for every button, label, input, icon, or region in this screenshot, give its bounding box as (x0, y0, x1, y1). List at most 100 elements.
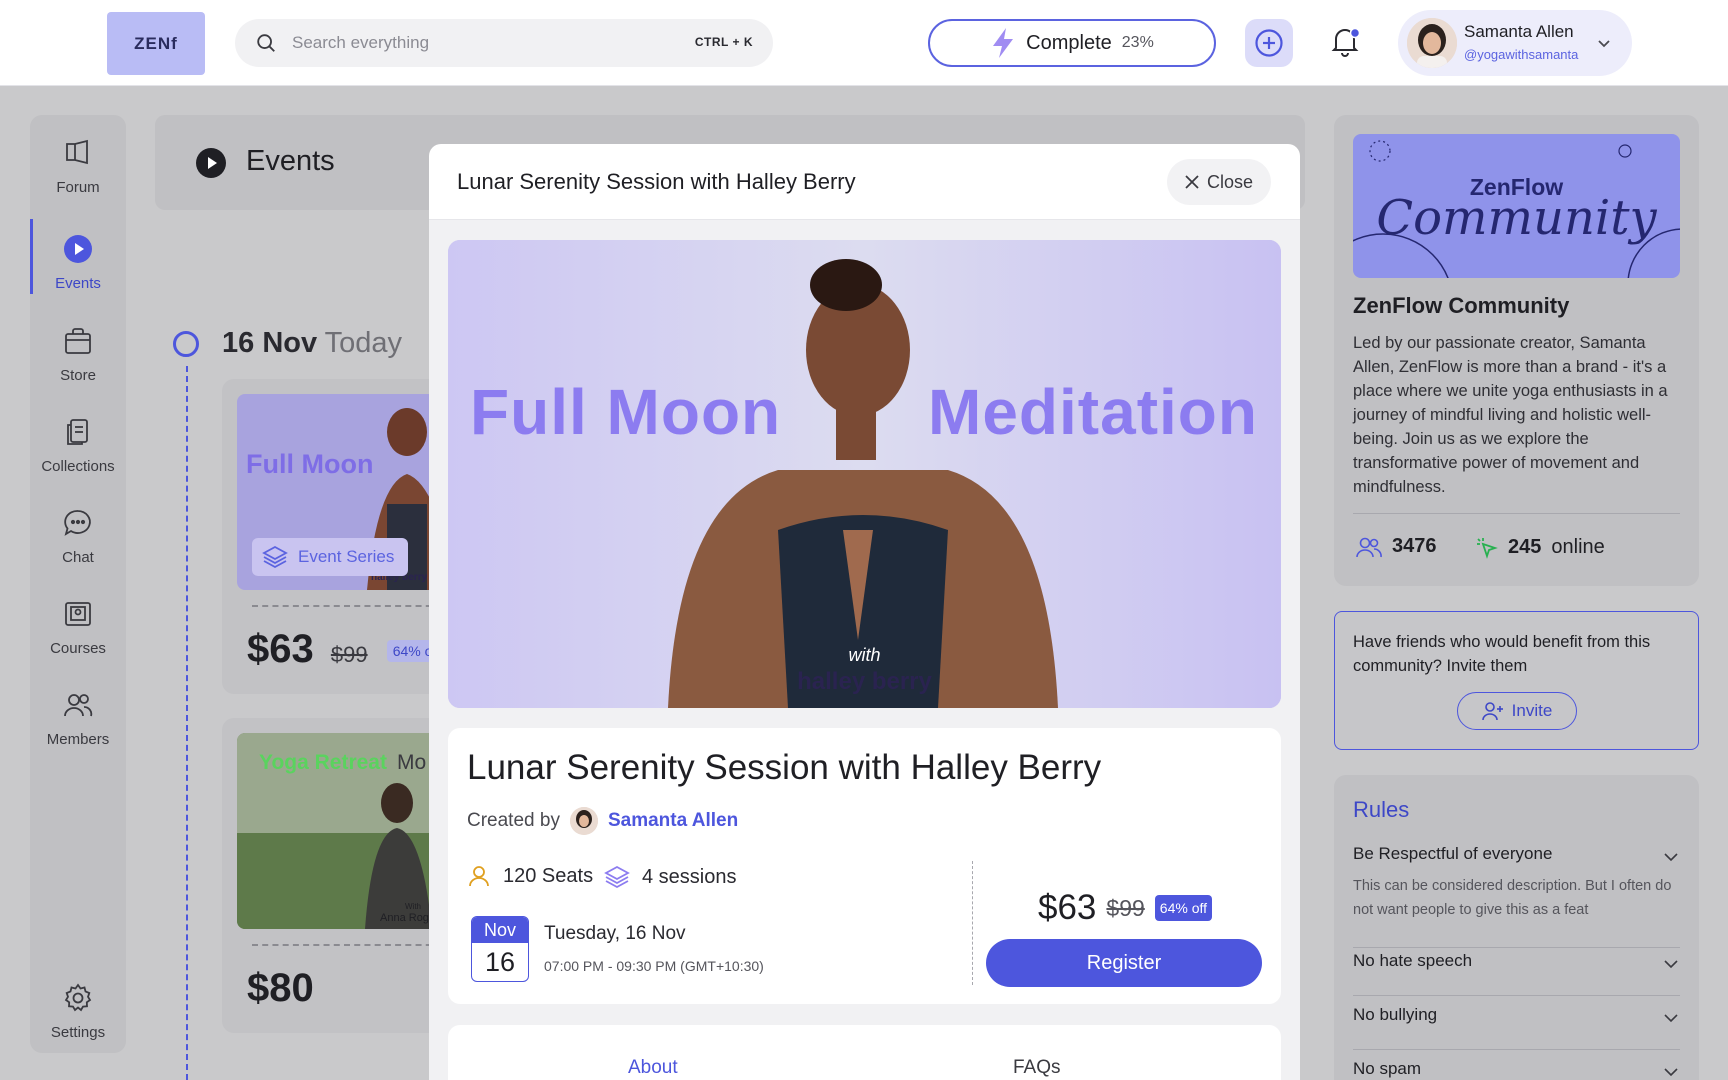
date-heading: 16 Nov Today (222, 327, 402, 360)
chat-icon (63, 508, 93, 538)
rule-item[interactable]: Be Respectful of everyone This can be co… (1353, 844, 1680, 948)
rules-title: Rules (1353, 797, 1410, 822)
nav-item-members[interactable]: Members (30, 675, 126, 755)
cursor-click-icon (1474, 535, 1498, 559)
modal-header: Lunar Serenity Session with Halley Berry… (429, 144, 1300, 220)
members-icon (63, 690, 93, 720)
price-current: $63 (1038, 888, 1097, 927)
online-count: 245 online (1474, 535, 1605, 559)
close-button[interactable]: Close (1167, 159, 1271, 205)
play-circle-icon (63, 234, 93, 264)
nav-item-collections[interactable]: Collections (30, 402, 126, 482)
nav-label: Members (46, 731, 110, 748)
complete-label: Complete (1026, 31, 1112, 54)
invite-card: Have friends who would benefit from this… (1334, 611, 1699, 750)
price-old: $99 (330, 642, 368, 667)
chevron-down-icon (1662, 1063, 1680, 1080)
layers-icon (604, 864, 630, 890)
modal-tabs: About FAQs (448, 1025, 1281, 1080)
nav-label: Courses (50, 640, 106, 657)
rule-item[interactable]: No hate speech (1353, 951, 1680, 996)
rules-card: Rules Be Respectful of everyone This can… (1334, 775, 1699, 1080)
banner-script: Community (1376, 190, 1657, 246)
nav-label: Events (55, 275, 101, 292)
price-old: $99 (1106, 894, 1145, 921)
play-circle-icon (195, 147, 227, 179)
member-count-text: 3476 (1392, 535, 1437, 557)
nav-label: Chat (62, 549, 94, 566)
user-name: Samanta Allen (1464, 22, 1574, 41)
event-date: Tuesday, 16 Nov (544, 923, 686, 944)
date-relative: Today (324, 327, 403, 359)
card-price: $63 $99 64% off (247, 627, 446, 672)
rule-item[interactable]: No bullying (1353, 1005, 1680, 1050)
zenflow-logo[interactable]: ZENf (107, 12, 205, 75)
nav-item-chat[interactable]: Chat (30, 493, 126, 573)
nav-label: Store (60, 367, 96, 384)
rule-description: This can be considered description. But … (1353, 878, 1672, 918)
search-shortcut: CTRL + K (694, 35, 753, 49)
event-card[interactable]: Full Moon halley berry Event Series $63 … (222, 379, 452, 694)
invite-button[interactable]: Invite (1457, 692, 1577, 730)
courses-icon (63, 599, 93, 629)
tab-about[interactable]: About (628, 1057, 678, 1079)
member-count: 3476 (1356, 535, 1437, 558)
event-thumbnail: Yoga Retreat Mo With Anna Rog (237, 733, 452, 929)
members-icon (1356, 536, 1382, 558)
chevron-down-icon (1662, 955, 1680, 973)
gear-icon (63, 983, 93, 1013)
event-time: 07:00 PM - 09:30 PM (GMT+10:30) (544, 958, 764, 974)
search-input[interactable]: Search everything CTRL + K (235, 19, 773, 67)
nav-item-settings[interactable]: Settings (30, 968, 126, 1048)
community-card: ZenFlow Community ZenFlow Community Led … (1334, 115, 1699, 586)
create-button[interactable] (1245, 19, 1293, 67)
logo-text: ZENf (134, 33, 178, 53)
complete-profile-button[interactable]: Complete 23% (928, 19, 1216, 67)
rule-item[interactable]: No spam (1353, 1059, 1680, 1080)
nav-item-forum[interactable]: Forum (30, 123, 126, 203)
thumb-title: Full Moon (246, 449, 374, 479)
user-menu[interactable]: Samanta Allen @yogawithsamanta (1398, 10, 1632, 76)
modal-title: Lunar Serenity Session with Halley Berry (457, 169, 856, 194)
nav-item-store[interactable]: Store (30, 311, 126, 391)
rule-name: No bullying (1353, 1005, 1438, 1024)
chevron-down-icon (1596, 35, 1612, 51)
divider (1353, 513, 1680, 514)
thumb-with: With (405, 902, 421, 911)
megaphone-icon (63, 138, 93, 168)
rule-name: Be Respectful of everyone (1353, 844, 1553, 863)
timeline-marker (173, 331, 199, 357)
close-label: Close (1206, 171, 1254, 192)
card-divider (252, 605, 442, 607)
page-title: Events (246, 145, 335, 177)
online-label: online (1551, 535, 1605, 558)
created-by: Created by Samanta Allen (467, 807, 738, 835)
notification-bell-icon[interactable] (1328, 24, 1362, 58)
nav-item-courses[interactable]: Courses (30, 584, 126, 664)
register-button[interactable]: Register (986, 939, 1262, 987)
event-detail-modal: Lunar Serenity Session with Halley Berry… (429, 144, 1300, 1080)
hero-title-left: Full Moon (470, 376, 782, 448)
nav-item-events[interactable]: Events (30, 219, 126, 299)
thumb-title: Yoga Retreat (259, 751, 387, 774)
user-handle: @yogawithsamanta (1464, 47, 1579, 62)
nav-label: Collections (41, 458, 115, 475)
event-info-card: Lunar Serenity Session with Halley Berry… (448, 728, 1281, 1004)
event-card[interactable]: Yoga Retreat Mo With Anna Rog $80 (222, 718, 452, 1033)
invite-question: Have friends who would benefit from this… (1353, 633, 1651, 675)
badge-label: Event Series (298, 547, 395, 566)
nav-label: Forum (56, 179, 100, 196)
tab-faqs[interactable]: FAQs (1013, 1057, 1061, 1079)
plus-circle-icon (1254, 28, 1284, 58)
card-divider (252, 944, 442, 946)
creator-link[interactable]: Samanta Allen (608, 810, 738, 832)
online-count-number: 245 (1508, 535, 1542, 558)
price-current: $63 (247, 627, 314, 671)
discount-badge: 64% off (1154, 895, 1213, 921)
calendar-day: 16 (484, 947, 516, 977)
add-user-icon (1481, 701, 1504, 721)
hero-with: with (848, 645, 881, 665)
seats-text: 120 Seats (503, 864, 594, 887)
created-by-label: Created by (467, 810, 560, 831)
bag-icon (63, 326, 93, 356)
